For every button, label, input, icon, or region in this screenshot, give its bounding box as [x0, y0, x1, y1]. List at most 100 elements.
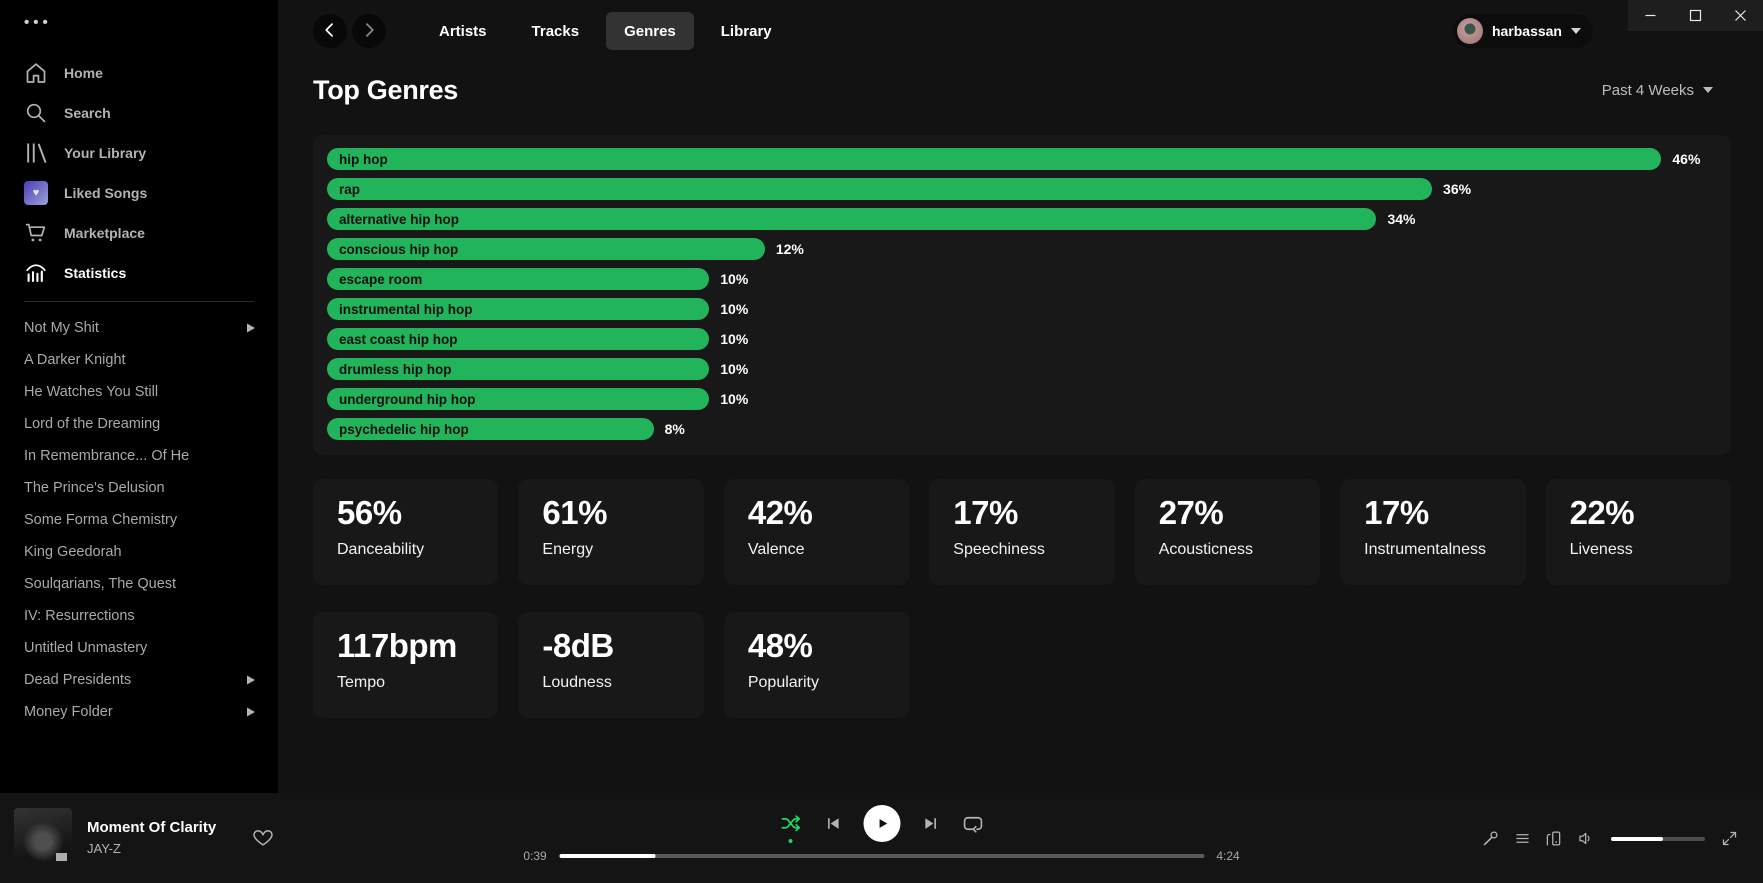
sidebar-item-label: Statistics — [64, 265, 126, 281]
genre-bar: drumless hip hop — [327, 358, 709, 380]
genre-label: underground hip hop — [339, 392, 475, 407]
playlist-item[interactable]: He Watches You Still — [24, 376, 278, 408]
previous-button[interactable] — [824, 815, 841, 832]
playlist-item[interactable]: A Darker Knight — [24, 344, 278, 376]
sidebar-nav: Home Search Your Library♥Liked SongsMarket… — [24, 53, 278, 293]
tab-artists[interactable]: Artists — [421, 12, 505, 50]
tab-tracks[interactable]: Tracks — [514, 12, 598, 50]
genre-bar-row: instrumental hip hop10% — [327, 298, 1717, 320]
username: harbassan — [1492, 23, 1562, 39]
sidebar-item-marketplace[interactable]: Marketplace — [24, 213, 278, 253]
page-title: Top Genres — [313, 75, 458, 106]
stat-card-liveness: 22%Liveness — [1546, 479, 1731, 585]
sidebar-item-search[interactable]: Search — [24, 93, 278, 133]
chevron-left-icon — [320, 20, 340, 43]
sidebar-item-label: Search — [64, 105, 111, 121]
playlist-item[interactable]: Not My Shit — [24, 312, 278, 344]
stat-card-tempo: 117bpm Tempo — [313, 612, 498, 718]
genre-value: 10% — [720, 331, 748, 347]
user-menu[interactable]: harbassan — [1453, 14, 1593, 48]
fullscreen-icon[interactable] — [1720, 829, 1739, 848]
playlist-item[interactable]: Lord of the Dreaming — [24, 408, 278, 440]
shuffle-button[interactable] — [779, 812, 802, 835]
genre-bar-row: psychedelic hip hop8% — [327, 418, 1717, 440]
queue-icon[interactable] — [1513, 829, 1532, 848]
stat-card-valence: 42%Valence — [724, 479, 909, 585]
genre-value: 10% — [720, 361, 748, 377]
seek-bar-fill — [559, 854, 656, 858]
stat-value: 17% — [953, 494, 1090, 532]
volume-slider[interactable] — [1611, 837, 1705, 841]
back-button[interactable] — [313, 14, 347, 48]
playlist-item[interactable]: Soulqarians, The Quest — [24, 568, 278, 600]
view-tabs: ArtistsTracksGenresLibrary — [421, 12, 790, 50]
genre-label: instrumental hip hop — [339, 302, 473, 317]
playlist-item[interactable]: In Remembrance... Of He — [24, 440, 278, 472]
track-title[interactable]: Moment Of Clarity — [87, 819, 216, 836]
stat-value: 27% — [1159, 494, 1296, 532]
chevron-down-icon — [1703, 87, 1713, 93]
sidebar-item-liked-songs[interactable]: ♥Liked Songs — [24, 173, 278, 213]
playlist-name: Not My Shit — [24, 320, 99, 336]
genre-value: 10% — [720, 271, 748, 287]
lyrics-mic-icon[interactable] — [1481, 829, 1500, 848]
track-artist[interactable]: JAY-Z — [87, 841, 216, 856]
playlist-item[interactable]: King Geedorah — [24, 536, 278, 568]
track-info: Moment Of Clarity JAY-Z — [87, 819, 216, 856]
sidebar-item-your-library[interactable]: Your Library — [24, 133, 278, 173]
playlist-item[interactable]: Money Folder — [24, 696, 278, 728]
sidebar-item-home[interactable]: Home — [24, 53, 278, 93]
close-button[interactable] — [1718, 0, 1763, 31]
play-button[interactable] — [863, 805, 900, 842]
stat-value: -8dB — [542, 627, 679, 665]
genre-bar: east coast hip hop — [327, 328, 709, 350]
tab-library[interactable]: Library — [703, 12, 790, 50]
playlist-item[interactable]: Some Forma Chemistry — [24, 504, 278, 536]
repeat-button[interactable] — [961, 812, 984, 835]
expand-arrow-icon — [246, 323, 256, 333]
playlist-name: Lord of the Dreaming — [24, 416, 160, 432]
time-range-label: Past 4 Weeks — [1602, 82, 1694, 99]
maximize-button[interactable] — [1673, 0, 1718, 31]
stat-label: Tempo — [337, 674, 474, 692]
stat-value: 117bpm — [337, 627, 474, 665]
genre-bar-row: drumless hip hop 10% — [327, 358, 1717, 380]
liked-songs-icon: ♥ — [24, 181, 48, 205]
seek-bar[interactable] — [559, 854, 1204, 858]
playlist-name: Dead Presidents — [24, 672, 131, 688]
stat-label: Valence — [748, 541, 885, 559]
sidebar-item-label: Home — [64, 65, 103, 81]
playlist-name: King Geedorah — [24, 544, 122, 560]
playlist-item[interactable]: Untitled Unmastery — [24, 632, 278, 664]
genre-bar: underground hip hop — [327, 388, 709, 410]
chevron-down-icon — [1571, 28, 1581, 34]
genre-label: alternative hip hop — [339, 212, 459, 227]
sidebar-item-statistics[interactable]: Statistics — [24, 253, 278, 293]
playlist-item[interactable]: The Prince's Delusion — [24, 472, 278, 504]
forward-button[interactable] — [352, 14, 386, 48]
genre-bar-row: hip hop46% — [327, 148, 1717, 170]
genre-bar: rap — [327, 178, 1432, 200]
topbar: ArtistsTracksGenresLibrary harbassan — [313, 12, 1731, 50]
minimize-button[interactable] — [1628, 0, 1673, 31]
genre-value: 34% — [1387, 211, 1415, 227]
stat-label: Instrumentalness — [1364, 541, 1501, 559]
album-art[interactable] — [14, 808, 72, 866]
stat-value: 17% — [1364, 494, 1501, 532]
time-range-dropdown[interactable]: Past 4 Weeks — [1602, 82, 1713, 99]
playlist-item[interactable]: Dead Presidents — [24, 664, 278, 696]
volume-icon[interactable] — [1577, 829, 1596, 848]
stat-label: Popularity — [748, 674, 885, 692]
devices-icon[interactable] — [1545, 829, 1564, 848]
playlist-item[interactable]: IV: Resurrections — [24, 600, 278, 632]
tab-genres[interactable]: Genres — [606, 12, 694, 50]
like-heart-icon[interactable] — [252, 826, 274, 848]
stat-value: 48% — [748, 627, 885, 665]
next-button[interactable] — [922, 815, 939, 832]
menu-dots-icon[interactable]: ••• — [24, 14, 278, 31]
playlist-name: In Remembrance... Of He — [24, 448, 189, 464]
avatar — [1457, 18, 1483, 44]
stat-label: Loudness — [542, 674, 679, 692]
genre-value: 12% — [776, 241, 804, 257]
stat-label: Danceability — [337, 541, 474, 559]
